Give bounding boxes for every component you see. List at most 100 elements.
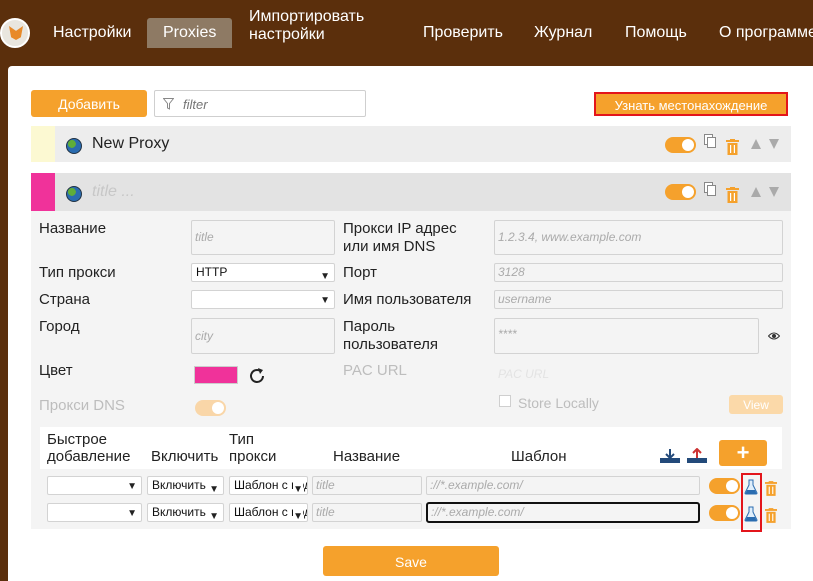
color-label: Цвет	[39, 362, 73, 379]
chevron-down-icon: ▼	[293, 481, 303, 494]
globe-icon	[66, 186, 82, 202]
pattern-enable-value: Включить	[152, 478, 206, 492]
flask-icon[interactable]	[744, 506, 758, 522]
chevron-down-icon: ▼	[127, 508, 137, 519]
pac-url-label: PAC URL	[343, 362, 407, 379]
move-down-icon[interactable]	[768, 138, 780, 150]
enable-header: Включить	[151, 448, 219, 465]
quick-add-select[interactable]: ▼	[47, 503, 142, 522]
chevron-down-icon: ▼	[209, 481, 219, 494]
store-locally-checkbox[interactable]	[499, 395, 511, 407]
top-nav: Настройки Proxies Импортировать настройк…	[0, 0, 813, 48]
view-button[interactable]: View	[729, 395, 783, 414]
username-input[interactable]: username	[494, 290, 783, 309]
pattern-name-input[interactable]: title	[312, 476, 422, 495]
proxy-type-value: HTTP	[196, 265, 228, 279]
pac-url-input[interactable]: PAC URL	[498, 367, 549, 381]
store-locally-label: Store Locally	[518, 395, 599, 411]
name-header: Название	[333, 448, 401, 465]
pattern-enable-select[interactable]: Включить ▼	[147, 476, 224, 495]
country-select[interactable]: ▼	[191, 290, 335, 309]
tab-import-settings[interactable]: Импортировать настройки	[249, 8, 365, 43]
chevron-down-icon: ▼	[320, 295, 330, 306]
export-patterns-icon[interactable]	[686, 448, 708, 464]
password-label-line2: пользователя	[343, 336, 438, 353]
tab-proxies[interactable]: Proxies	[147, 18, 233, 48]
locate-button[interactable]: Узнать местонахождение	[594, 92, 788, 116]
delete-icon[interactable]	[726, 187, 739, 203]
save-button[interactable]: Save	[323, 546, 499, 576]
chevron-down-icon: ▼	[293, 508, 303, 521]
proxy-dns-toggle[interactable]	[195, 400, 226, 416]
host-input[interactable]: 1.2.3.4, www.example.com	[494, 220, 783, 255]
proxy-color-strip	[31, 126, 55, 162]
filter-input[interactable]	[181, 94, 361, 114]
pattern-type-select[interactable]: Шаблон с подстановочными знаками▼	[229, 503, 308, 522]
tab-about[interactable]: О программе	[719, 18, 813, 48]
type-header-line2: прокси	[229, 448, 277, 465]
quick-add-header: Быстрое добавление	[47, 431, 130, 465]
delete-icon[interactable]	[726, 139, 739, 155]
proxy-row[interactable]: New Proxy	[31, 126, 791, 162]
color-picker[interactable]	[194, 366, 238, 384]
import-patterns-icon[interactable]	[659, 448, 681, 464]
name-label: Название	[39, 220, 107, 237]
port-input[interactable]: 3128	[494, 263, 783, 282]
host-label-line2: или имя DNS	[343, 238, 436, 255]
filter-icon	[163, 98, 174, 110]
filter-box	[154, 90, 366, 117]
pattern-enable-value: Включить	[152, 505, 206, 519]
delete-pattern-icon[interactable]	[765, 508, 777, 523]
city-input[interactable]: city	[191, 318, 335, 354]
host-label-line1: Прокси IP адрес	[343, 220, 457, 237]
pattern-enable-select[interactable]: Включить ▼	[147, 503, 224, 522]
eye-icon[interactable]	[768, 332, 780, 340]
chevron-down-icon: ▼	[320, 271, 330, 282]
pattern-input[interactable]: ://*.example.com/	[426, 476, 700, 495]
proxy-enable-toggle[interactable]	[665, 184, 696, 200]
username-label: Имя пользователя	[343, 291, 472, 308]
move-down-icon[interactable]	[768, 186, 780, 198]
tab-test[interactable]: Проверить	[423, 18, 503, 48]
foxyproxy-logo-icon	[0, 18, 30, 48]
refresh-icon[interactable]	[247, 366, 267, 386]
globe-icon	[66, 138, 82, 154]
proxy-title: New Proxy	[92, 135, 170, 152]
proxy-type-label: Тип прокси	[39, 264, 116, 281]
tab-import-line2: настройки	[249, 26, 325, 43]
copy-icon[interactable]	[704, 182, 716, 196]
quick-add-select[interactable]: ▼	[47, 476, 142, 495]
pattern-enable-toggle[interactable]	[709, 505, 740, 521]
copy-icon[interactable]	[704, 134, 716, 148]
port-label: Порт	[343, 264, 378, 281]
proxy-title-placeholder: title ...	[92, 183, 135, 200]
tab-help[interactable]: Помощь	[625, 18, 687, 48]
host-label: Прокси IP адрес или имя DNS	[343, 220, 457, 256]
add-pattern-button[interactable]: +	[719, 440, 767, 466]
proxy-type-select[interactable]: HTTP ▼	[191, 263, 335, 282]
move-up-icon[interactable]	[750, 186, 762, 198]
pattern-enable-toggle[interactable]	[709, 478, 740, 494]
chevron-down-icon: ▼	[127, 481, 137, 492]
city-label: Город	[39, 318, 80, 335]
proxy-color-strip	[31, 173, 55, 211]
quick-add-header-line2: добавление	[47, 448, 131, 465]
chevron-down-icon: ▼	[209, 508, 219, 521]
name-input[interactable]: title	[191, 220, 335, 255]
move-up-icon[interactable]	[750, 138, 762, 150]
proxy-enable-toggle[interactable]	[665, 137, 696, 153]
type-header-line1: Тип	[229, 431, 255, 448]
add-proxy-button[interactable]: Добавить	[31, 90, 147, 117]
delete-pattern-icon[interactable]	[765, 481, 777, 496]
password-label-line1: Пароль	[343, 318, 396, 335]
tab-import-line1: Импортировать	[249, 8, 365, 25]
flask-icon[interactable]	[744, 479, 758, 495]
pattern-type-select[interactable]: Шаблон с подстановочными знаками▼	[229, 476, 308, 495]
password-input[interactable]: ****	[494, 318, 759, 354]
tab-settings[interactable]: Настройки	[53, 18, 131, 48]
tab-log[interactable]: Журнал	[534, 18, 592, 48]
pattern-input-focused[interactable]: ://*.example.com/	[426, 502, 700, 523]
quick-add-header-line1: Быстрое	[47, 431, 108, 448]
pattern-name-input[interactable]: title	[312, 503, 422, 522]
proxy-row-expanded[interactable]: title ...	[31, 173, 791, 211]
